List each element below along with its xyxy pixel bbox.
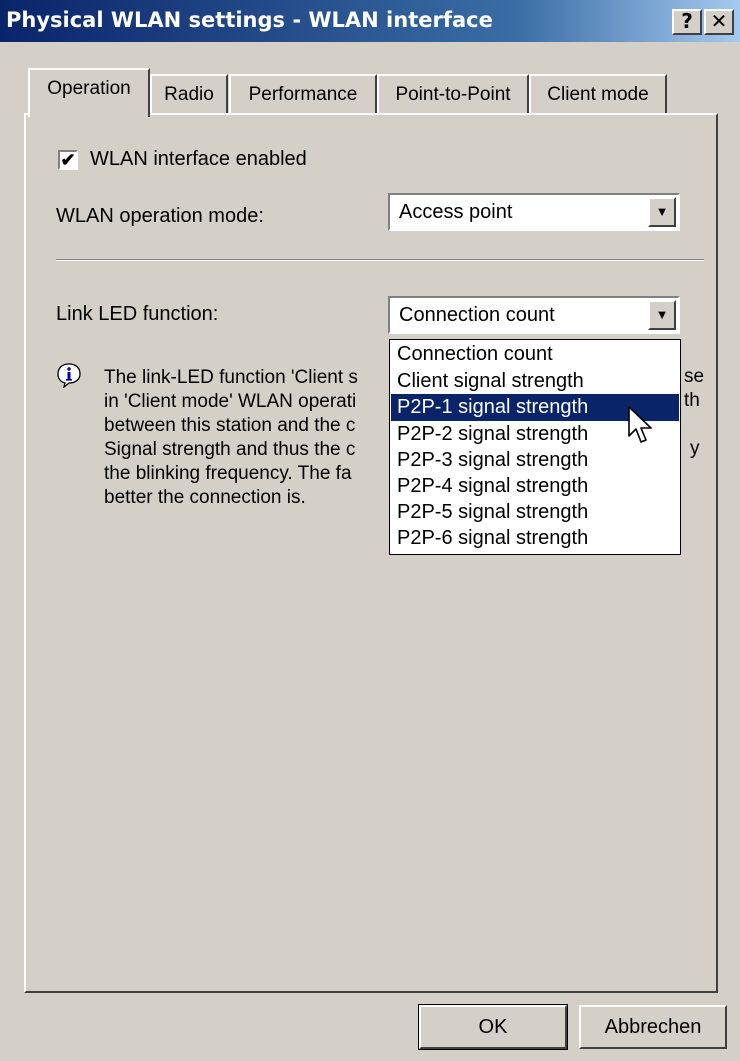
dropdown-option[interactable]: Client signal strength xyxy=(391,368,679,395)
dropdown-option[interactable]: P2P-6 signal strength xyxy=(391,525,679,552)
help-button[interactable]: ? xyxy=(672,9,702,35)
dropdown-option[interactable]: Connection count xyxy=(391,341,679,368)
cancel-button[interactable]: Abbrechen xyxy=(579,1005,727,1049)
link-led-function-dropdown-list[interactable]: Connection count Client signal strength … xyxy=(389,339,681,555)
dropdown-option[interactable]: P2P-4 signal strength xyxy=(391,473,679,500)
dropdown-option[interactable]: P2P-3 signal strength xyxy=(391,447,679,474)
tab-performance[interactable]: Performance xyxy=(229,74,377,115)
tab-client-mode[interactable]: Client mode xyxy=(529,74,667,115)
ok-button[interactable]: OK xyxy=(418,1004,568,1050)
chevron-down-icon[interactable]: ▼ xyxy=(648,197,676,227)
wlan-operation-mode-value: Access point xyxy=(399,201,513,223)
close-button[interactable]: ✕ xyxy=(704,9,734,35)
mouse-pointer-icon xyxy=(628,406,652,443)
window-title: Physical WLAN settings - WLAN interface xyxy=(6,8,493,32)
tab-operation[interactable]: Operation xyxy=(28,68,150,117)
link-led-function-value: Connection count xyxy=(399,304,555,326)
tab-radio[interactable]: Radio xyxy=(150,74,228,115)
chevron-down-icon[interactable]: ▼ xyxy=(648,300,676,330)
wlan-enabled-checkbox[interactable]: ✔ xyxy=(58,150,78,170)
dropdown-option[interactable]: P2P-5 signal strength xyxy=(391,499,679,526)
tab-point-to-point[interactable]: Point-to-Point xyxy=(377,74,529,115)
title-bar[interactable]: Physical WLAN settings - WLAN interface … xyxy=(0,0,740,42)
wlan-operation-mode-select[interactable]: Access point ▼ xyxy=(388,193,680,231)
link-led-function-select[interactable]: Connection count ▼ xyxy=(388,296,680,334)
